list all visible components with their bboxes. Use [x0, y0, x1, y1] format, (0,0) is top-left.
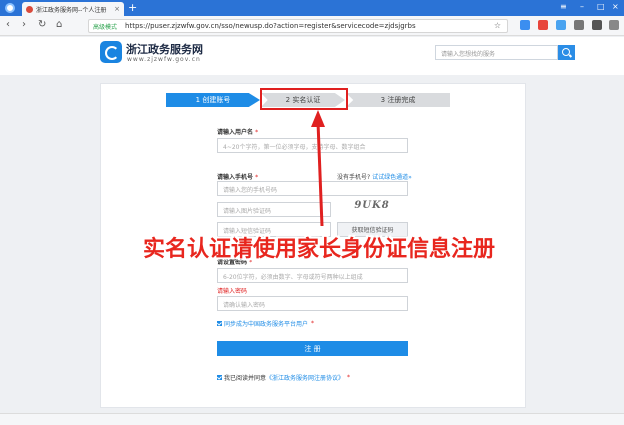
menu-icon[interactable] [609, 20, 619, 30]
username-input[interactable]: 4~20个字符，第一位必须字母，支持字母、数字组合 [217, 138, 408, 153]
browser-tab-bar: 浙江政务服务网--个人注册 × + ≡ – □ × [0, 0, 624, 16]
bookmark-star-icon[interactable]: ☆ [494, 21, 501, 30]
home-icon[interactable]: ⌂ [56, 19, 62, 30]
captcha-image[interactable]: 9UK8 [337, 200, 407, 215]
phone-input[interactable]: 请输入您的手机号码 [217, 181, 408, 196]
url-field[interactable]: 高级模式 https://puser.zjzwfw.gov.cn/sso/new… [88, 19, 508, 33]
annotation-text: 实名认证请使用家长身份证信息注册 [143, 237, 496, 262]
site-logo-icon[interactable] [100, 41, 122, 63]
site-favicon-icon [26, 5, 33, 13]
sync-checkbox[interactable] [217, 321, 222, 326]
browser-tab[interactable]: 浙江政务服务网--个人注册 × [22, 2, 124, 16]
forward-icon[interactable]: › [22, 19, 26, 30]
register-button[interactable]: 注 册 [217, 341, 408, 356]
scissors-icon[interactable] [574, 20, 584, 30]
green-channel-link[interactable]: 试试绿色通道» [372, 174, 412, 181]
site-subtitle: www.zjzwfw.gov.cn [127, 56, 201, 63]
captcha-input[interactable]: 请输入图片验证码 [217, 202, 331, 217]
password-input[interactable]: 6-20位字符，必须由数字、字母或符号两种以上组成 [217, 268, 408, 283]
close-window-icon[interactable]: × [612, 2, 619, 11]
back-icon[interactable]: ‹ [6, 19, 10, 30]
page-content: 浙江政务服务网 www.zjzwfw.gov.cn 请输入您想找的服务 1 创建… [0, 37, 624, 413]
search-input[interactable]: 请输入您想找的服务 [435, 45, 558, 60]
agree-prefix: 我已阅读并同意 [224, 375, 267, 382]
password-error: 请输入密码 [217, 288, 248, 295]
minimize-icon[interactable]: – [580, 2, 584, 11]
new-tab-button[interactable]: + [128, 1, 137, 14]
url-text: https://puser.zjzwfw.gov.cn/sso/newusp.d… [125, 22, 416, 30]
sync-label: 同步成为中国政务服务平台用户 [224, 321, 309, 328]
step-complete: 3 注册完成 [346, 93, 450, 107]
reload-icon[interactable]: ↻ [38, 19, 46, 30]
agree-row[interactable]: 我已阅读并同意 《浙江政务服务网注册协议》 * [217, 373, 350, 382]
confirm-password-input[interactable]: 请确认输入密码 [217, 296, 408, 311]
window-menu-icon[interactable]: ≡ [560, 2, 567, 11]
tab-title: 浙江政务服务网--个人注册 [36, 6, 107, 14]
secure-mode-label: 高级模式 [93, 23, 118, 31]
status-bar [0, 413, 624, 425]
step-highlight-box [260, 88, 348, 110]
agreement-link[interactable]: 《浙江政务服务网注册协议》 [266, 373, 344, 382]
tab-close-icon[interactable]: × [114, 5, 120, 13]
address-toolbar: ‹ › ↻ ⌂ 高级模式 https://puser.zjzwfw.gov.cn… [0, 16, 624, 36]
sync-checkbox-row[interactable]: 同步成为中国政务服务平台用户 * [217, 319, 314, 328]
cloud-icon[interactable] [556, 20, 566, 30]
search-button[interactable] [558, 45, 575, 60]
game-icon[interactable] [538, 20, 548, 30]
extension-icon[interactable] [520, 20, 530, 30]
phone-label: 请输入手机号 * [217, 174, 259, 181]
maximize-icon[interactable]: □ [597, 2, 605, 11]
site-title[interactable]: 浙江政务服务网 [126, 41, 203, 57]
download-icon[interactable] [592, 20, 602, 30]
site-header: 浙江政务服务网 www.zjzwfw.gov.cn 请输入您想找的服务 [0, 37, 624, 75]
username-label: 请输入用户名 * [217, 129, 259, 136]
browser-logo-icon[interactable] [5, 3, 15, 13]
agree-checkbox[interactable] [217, 375, 222, 380]
no-phone-hint: 没有手机号? 试试绿色通道» [337, 174, 412, 181]
step-create-account: 1 创建账号 [166, 93, 260, 107]
